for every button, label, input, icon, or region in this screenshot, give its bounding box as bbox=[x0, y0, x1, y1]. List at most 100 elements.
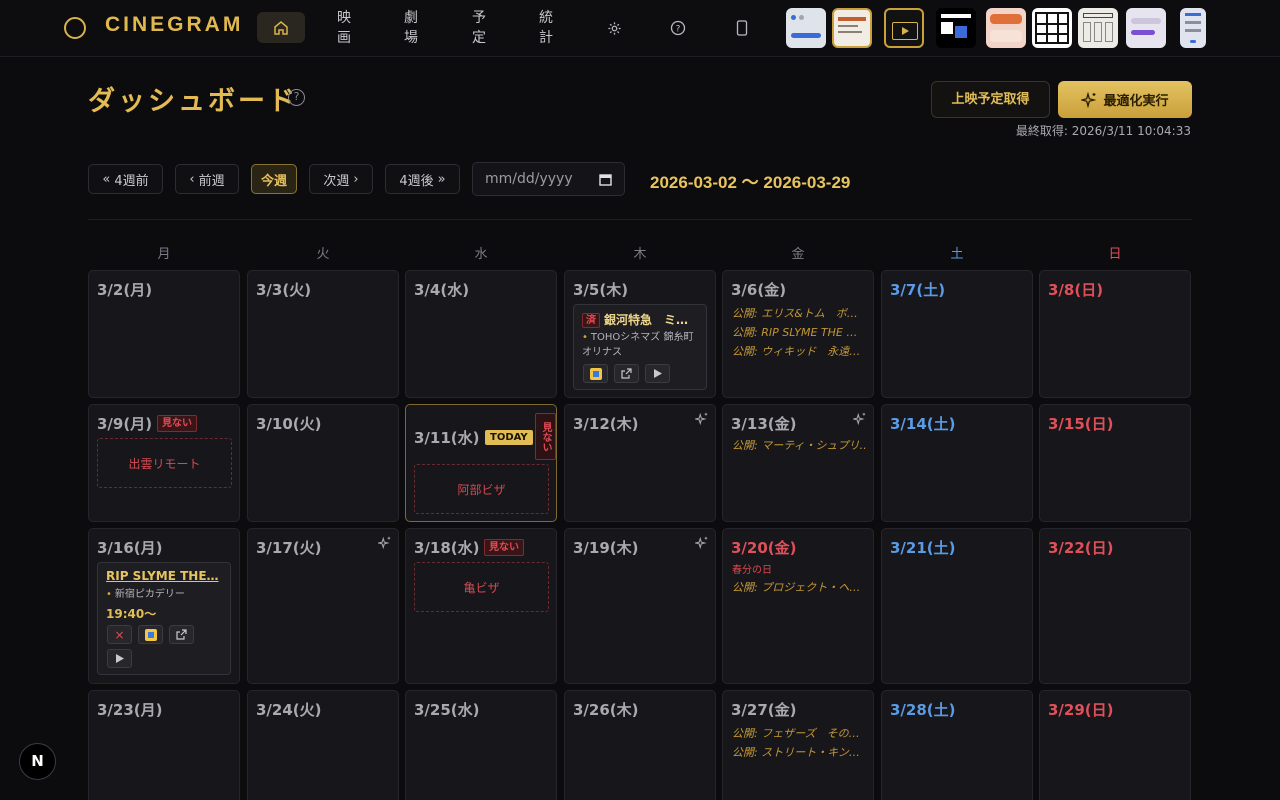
theme-thumb-7[interactable] bbox=[1078, 8, 1118, 48]
theme-thumb-4[interactable] bbox=[936, 8, 976, 48]
weekday-tue: 火 bbox=[316, 247, 330, 262]
date-input[interactable]: mm/dd/yyyy bbox=[472, 162, 625, 196]
day-cell[interactable]: 3/10(火) bbox=[247, 404, 399, 522]
day-cell[interactable]: 3/27(金) 公開: フェザーズ その… 公開: ストリート・キン… bbox=[722, 690, 874, 800]
day-cell[interactable]: 3/15(日) bbox=[1039, 404, 1191, 522]
help-icon: ? bbox=[670, 20, 686, 36]
theme-thumb-2[interactable] bbox=[832, 8, 872, 48]
not-watching-badge[interactable]: 見ない bbox=[157, 415, 197, 432]
sparkle-icon[interactable] bbox=[853, 412, 867, 426]
svg-text:?: ? bbox=[676, 25, 681, 35]
day-cell[interactable]: 3/12(木) bbox=[564, 404, 716, 522]
day-cell[interactable]: 3/3(火) bbox=[247, 270, 399, 398]
help-icon[interactable]: ? bbox=[288, 89, 305, 106]
close-icon: × bbox=[114, 627, 125, 642]
google-calendar-button[interactable] bbox=[138, 625, 163, 644]
release-item[interactable]: 公開: RIP SLYME THE … bbox=[732, 324, 866, 340]
day-cell[interactable]: 3/7(土) bbox=[881, 270, 1033, 398]
theater-name-text: 新宿ピカデリー bbox=[114, 589, 185, 600]
nav-movies[interactable]: 映画 bbox=[336, 8, 352, 48]
day-cell[interactable]: 3/17(火) bbox=[247, 528, 399, 684]
day-label: 3/10(火) bbox=[256, 415, 322, 433]
back-4-weeks-button[interactable]: «4週前 bbox=[88, 164, 163, 194]
screening-card[interactable]: RIP SLYME THE… • 新宿ピカデリー 19:40〜 × bbox=[97, 562, 231, 675]
theme-thumb-9[interactable] bbox=[1180, 8, 1206, 48]
calendar-icon[interactable] bbox=[599, 173, 612, 186]
day-label: 3/7(土) bbox=[890, 281, 946, 299]
nav-theaters[interactable]: 劇場 bbox=[403, 8, 419, 48]
day-cell[interactable]: 3/6(金) 公開: エリス&トム ボ… 公開: RIP SLYME THE …… bbox=[722, 270, 874, 398]
play-trailer-button[interactable] bbox=[645, 364, 670, 383]
screening-title-text: 銀河特急 ミ… bbox=[604, 313, 689, 327]
day-cell[interactable]: 3/16(月) RIP SLYME THE… • 新宿ピカデリー 19:40〜 × bbox=[88, 528, 240, 684]
sparkle-icon[interactable] bbox=[695, 536, 709, 550]
sparkle-icon[interactable] bbox=[378, 536, 392, 550]
day-cell[interactable]: 3/24(火) bbox=[247, 690, 399, 800]
optimize-button[interactable]: 最適化実行 bbox=[1058, 81, 1192, 118]
day-cell[interactable]: 3/13(金) 公開: マーティ・シュプリ… bbox=[722, 404, 874, 522]
top-nav-bar: CINEGRAM 映画 劇場 予定 統計 ? bbox=[0, 0, 1280, 57]
theme-thumb-8[interactable] bbox=[1126, 8, 1166, 48]
day-cell[interactable]: 3/22(日) bbox=[1039, 528, 1191, 684]
holiday-name: 春分の日 bbox=[732, 565, 772, 576]
theme-thumb-1[interactable] bbox=[786, 8, 826, 48]
app-logo[interactable]: CINEGRAM bbox=[105, 13, 243, 37]
play-icon bbox=[653, 369, 662, 378]
day-label: 3/11(水) bbox=[414, 429, 480, 447]
release-item[interactable]: 公開: エリス&トム ボ… bbox=[732, 305, 866, 321]
day-cell[interactable]: 3/14(土) bbox=[881, 404, 1033, 522]
release-item[interactable]: 公開: ウィキッド 永遠… bbox=[732, 343, 866, 359]
day-cell[interactable]: 3/4(水) bbox=[405, 270, 557, 398]
release-item[interactable]: 公開: プロジェクト・ヘ… bbox=[732, 579, 866, 595]
release-item[interactable]: 公開: ストリート・キン… bbox=[732, 744, 866, 760]
mobile-view-button[interactable] bbox=[732, 18, 752, 38]
day-cell-today[interactable]: 3/11(水) TODAY 見ない 阿部ビザ bbox=[405, 404, 557, 522]
day-cell[interactable]: 3/21(土) bbox=[881, 528, 1033, 684]
prev-week-button[interactable]: ‹ 前週 bbox=[175, 164, 239, 194]
day-cell[interactable]: 3/23(月) bbox=[88, 690, 240, 800]
day-label: 3/15(日) bbox=[1048, 415, 1114, 433]
not-watching-badge[interactable]: 見ない bbox=[535, 413, 556, 460]
release-item[interactable]: 公開: フェザーズ その… bbox=[732, 725, 866, 741]
open-link-button[interactable] bbox=[614, 364, 639, 383]
day-cell[interactable]: 3/28(土) bbox=[881, 690, 1033, 800]
cancel-screening-button[interactable]: × bbox=[107, 625, 132, 644]
sparkle-icon[interactable] bbox=[695, 412, 709, 426]
day-cell[interactable]: 3/18(水) 見ない 亀ビザ bbox=[405, 528, 557, 684]
release-item[interactable]: 公開: マーティ・シュプリ… bbox=[732, 437, 866, 453]
play-trailer-button[interactable] bbox=[107, 649, 132, 668]
chevron-right-icon: › bbox=[353, 171, 359, 187]
day-cell[interactable]: 3/20(金) 春分の日 公開: プロジェクト・ヘ… bbox=[722, 528, 874, 684]
open-link-button[interactable] bbox=[169, 625, 194, 644]
help-button[interactable]: ? bbox=[668, 18, 688, 38]
day-cell[interactable]: 3/8(日) bbox=[1039, 270, 1191, 398]
sparkle-icon bbox=[1081, 91, 1097, 108]
next-week-button[interactable]: 次週 › bbox=[309, 164, 373, 194]
theme-thumb-3[interactable] bbox=[884, 8, 924, 48]
day-cell[interactable]: 3/19(木) bbox=[564, 528, 716, 684]
theme-thumb-5[interactable] bbox=[986, 8, 1026, 48]
google-calendar-button[interactable] bbox=[583, 364, 608, 383]
settings-button[interactable] bbox=[604, 18, 624, 38]
day-cell[interactable]: 3/26(木) bbox=[564, 690, 716, 800]
next-dev-button[interactable]: N bbox=[19, 743, 56, 780]
page-title: ダッシュボード bbox=[88, 86, 298, 117]
screening-card[interactable]: 済銀河特急 ミ… • TOHOシネマズ 錦糸町 オリナス bbox=[573, 304, 707, 390]
forward-4-weeks-button[interactable]: 4週後» bbox=[385, 164, 460, 194]
nav-home-button[interactable] bbox=[257, 12, 305, 43]
this-week-button[interactable]: 今週 bbox=[251, 164, 297, 194]
not-watching-badge[interactable]: 見ない bbox=[484, 539, 524, 556]
day-cell[interactable]: 3/5(木) 済銀河特急 ミ… • TOHOシネマズ 錦糸町 オリナス bbox=[564, 270, 716, 398]
smartphone-icon bbox=[736, 20, 748, 36]
day-cell[interactable]: 3/2(月) bbox=[88, 270, 240, 398]
nav-schedule[interactable]: 予定 bbox=[471, 8, 487, 48]
screening-title[interactable]: RIP SLYME THE… bbox=[106, 569, 224, 583]
nav-stats[interactable]: 統計 bbox=[538, 8, 554, 48]
fetch-schedule-button[interactable]: 上映予定取得 bbox=[931, 81, 1050, 118]
day-cell[interactable]: 3/25(水) bbox=[405, 690, 557, 800]
day-cell[interactable]: 3/29(日) bbox=[1039, 690, 1191, 800]
day-label: 3/20(金) bbox=[731, 539, 797, 557]
day-cell[interactable]: 3/9(月) 見ない 出雲リモート bbox=[88, 404, 240, 522]
theme-thumb-6[interactable] bbox=[1032, 8, 1072, 48]
screening-title[interactable]: 済銀河特急 ミ… bbox=[582, 311, 702, 328]
